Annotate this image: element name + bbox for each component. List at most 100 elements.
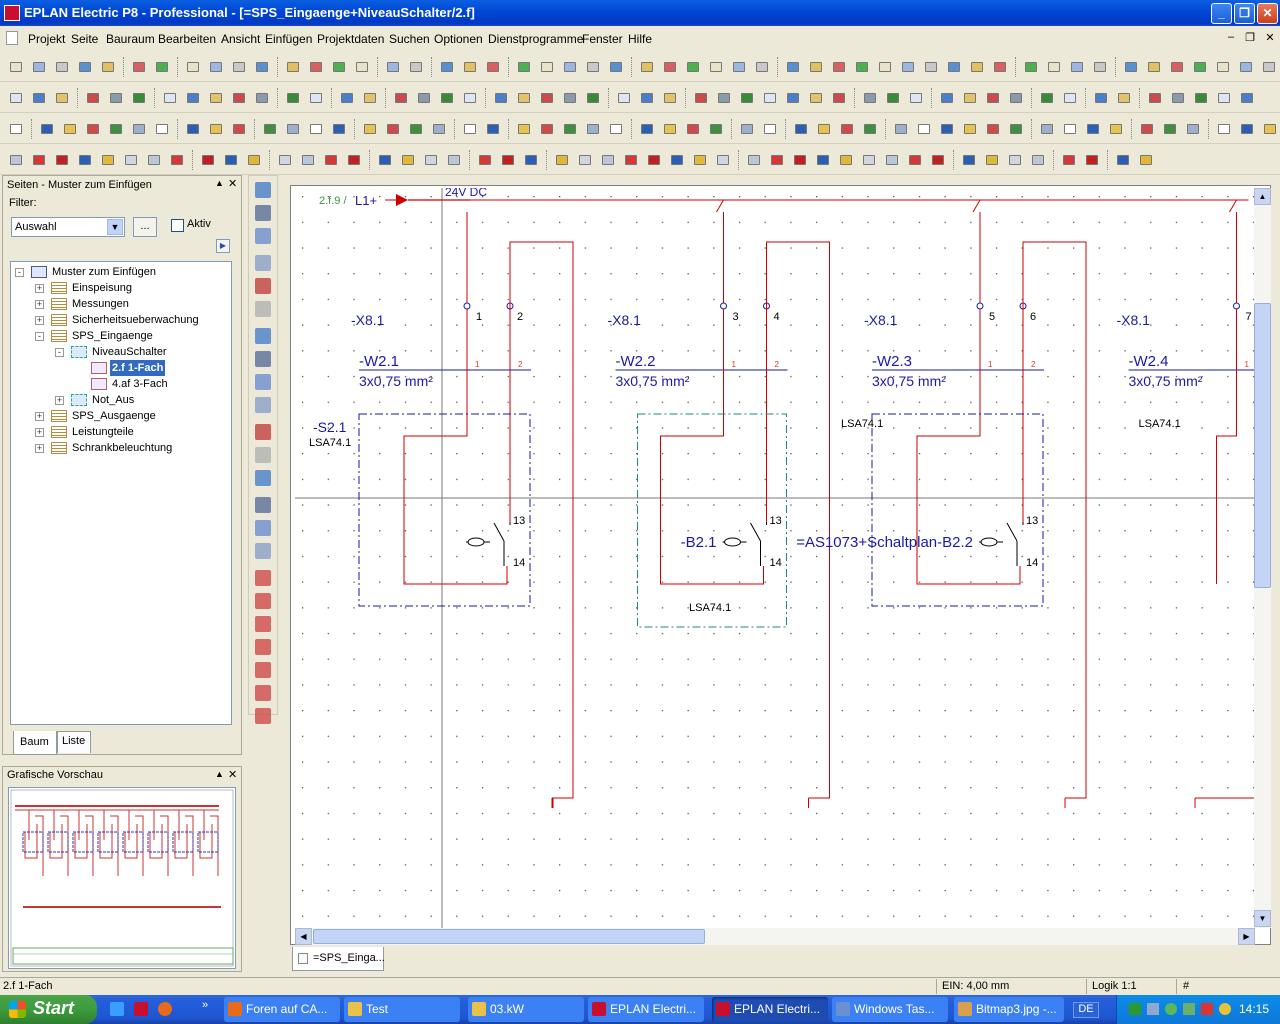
tray-icon-2[interactable]	[1147, 1003, 1159, 1015]
toolbar-tool-icon[interactable]	[283, 89, 301, 106]
toolbar-tool-icon[interactable]	[1028, 151, 1046, 168]
security-shield-icon[interactable]	[1219, 1003, 1231, 1015]
toolbar-tool-icon[interactable]	[298, 151, 316, 168]
toolbar-tool-icon[interactable]	[29, 58, 47, 75]
toolbar-tool-icon[interactable]	[637, 58, 655, 75]
tray-icon-5[interactable]	[1201, 1003, 1213, 1015]
toolbar-tool-icon[interactable]	[760, 89, 778, 106]
toolbar-tool-icon[interactable]	[537, 120, 555, 137]
insert-tool-icon[interactable]	[255, 662, 271, 678]
toolbar-tool-icon[interactable]	[836, 151, 854, 168]
toolbar-tool-icon[interactable]	[1237, 120, 1255, 137]
toolbar-tool-icon[interactable]	[337, 89, 355, 106]
toolbar-tool-icon[interactable]	[1136, 151, 1154, 168]
toolbar-tool-icon[interactable]	[814, 120, 832, 137]
horizontal-scrollbar[interactable]: ◀ ▶	[295, 928, 1255, 945]
tree-node[interactable]: + Schrankbeleuchtung	[11, 440, 231, 456]
toolbar-tool-icon[interactable]	[575, 151, 593, 168]
toolbar-tool-icon[interactable]	[921, 58, 939, 75]
toolbar-tool-icon[interactable]	[52, 58, 70, 75]
document-tab[interactable]: =SPS_Einga...	[292, 947, 385, 971]
aktiv-checkbox[interactable]	[171, 219, 184, 232]
insert-tool-icon[interactable]	[255, 397, 271, 413]
toolbar-tool-icon[interactable]	[660, 89, 678, 106]
minimize-button[interactable]: _	[1211, 3, 1232, 24]
insert-tool-icon[interactable]	[255, 570, 271, 586]
toolbar-tool-icon[interactable]	[398, 151, 416, 168]
toolbar-tool-icon[interactable]	[1121, 58, 1139, 75]
toolbar-tool-icon[interactable]	[829, 89, 847, 106]
toolbar-tool-icon[interactable]	[144, 151, 162, 168]
toolbar-tool-icon[interactable]	[1060, 120, 1078, 137]
tray-icon-4[interactable]	[1183, 1003, 1195, 1015]
toolbar-tool-icon[interactable]	[152, 58, 170, 75]
insert-tool-icon[interactable]	[255, 708, 271, 724]
toolbar-tool-icon[interactable]	[537, 89, 555, 106]
toolbar-tool-icon[interactable]	[937, 89, 955, 106]
chevron-down-icon[interactable]: ▼	[107, 219, 123, 235]
toolbar-tool-icon[interactable]	[129, 58, 147, 75]
insert-tool-icon[interactable]	[255, 685, 271, 701]
taskbar-button[interactable]: Windows Tas...	[832, 997, 948, 1022]
toolbar-tool-icon[interactable]	[406, 58, 424, 75]
toolbar-tool-icon[interactable]	[960, 120, 978, 137]
expand-icon[interactable]: +	[35, 444, 44, 453]
insert-tool-icon[interactable]	[255, 447, 271, 463]
tree-node[interactable]: + Einspeisung	[11, 280, 231, 296]
toolbar-tool-icon[interactable]	[106, 120, 124, 137]
toolbar-tool-icon[interactable]	[683, 120, 701, 137]
menu-bearbeiten[interactable]: Bearbeiten	[158, 32, 216, 46]
scroll-right-icon[interactable]: ▶	[1238, 928, 1255, 945]
toolbar-tool-icon[interactable]	[6, 120, 24, 137]
toolbar-tool-icon[interactable]	[729, 58, 747, 75]
insert-tool-icon[interactable]	[255, 328, 271, 344]
toolbar-tool-icon[interactable]	[806, 58, 824, 75]
filter-browse-button[interactable]: ...	[133, 217, 157, 237]
toolbar-tool-icon[interactable]	[583, 58, 601, 75]
firefox-quicklaunch-icon[interactable]	[158, 1002, 172, 1016]
toolbar-tool-icon[interactable]	[329, 120, 347, 137]
panel-menu-icon[interactable]: ▲	[215, 769, 224, 779]
menu-fenster[interactable]: Fenster	[582, 32, 623, 46]
toolbar-tool-icon[interactable]	[229, 58, 247, 75]
insert-tool-icon[interactable]	[255, 278, 271, 294]
toolbar-tool-icon[interactable]	[1021, 58, 1039, 75]
horizontal-scroll-thumb[interactable]	[313, 929, 705, 944]
toolbar-tool-icon[interactable]	[1060, 89, 1078, 106]
toolbar-tool-icon[interactable]	[1259, 58, 1277, 75]
toolbar-tool-icon[interactable]	[306, 120, 324, 137]
insert-tool-icon[interactable]	[255, 520, 271, 536]
expand-icon[interactable]: +	[35, 316, 44, 325]
scroll-left-icon[interactable]: ◀	[295, 928, 312, 945]
toolbar-tool-icon[interactable]	[75, 151, 93, 168]
toolbar-tool-icon[interactable]	[121, 151, 139, 168]
tree-node[interactable]: + Messungen	[11, 296, 231, 312]
toolbar-tool-icon[interactable]	[983, 120, 1001, 137]
toolbar-tool-icon[interactable]	[1144, 58, 1162, 75]
show-desktop-icon[interactable]	[110, 1002, 124, 1016]
toolbar-tool-icon[interactable]	[706, 58, 724, 75]
toolbar-tool-icon[interactable]	[1091, 89, 1109, 106]
collapse-icon[interactable]: -	[35, 332, 44, 341]
toolbar-tool-icon[interactable]	[521, 151, 539, 168]
toolbar-tool-icon[interactable]	[960, 89, 978, 106]
insert-tool-icon[interactable]	[255, 470, 271, 486]
vertical-scroll-thumb[interactable]	[1254, 303, 1271, 588]
toolbar-tool-icon[interactable]	[737, 120, 755, 137]
toolbar-tool-icon[interactable]	[959, 151, 977, 168]
toolbar-tool-icon[interactable]	[637, 89, 655, 106]
toolbar-tool-icon[interactable]	[352, 58, 370, 75]
toolbar-tool-icon[interactable]	[806, 89, 824, 106]
toolbar-tool-icon[interactable]	[252, 89, 270, 106]
start-button[interactable]: Start	[0, 995, 97, 1024]
toolbar-tool-icon[interactable]	[552, 151, 570, 168]
toolbar-tool-icon[interactable]	[152, 120, 170, 137]
toolbar-tool-icon[interactable]	[360, 120, 378, 137]
schematic-editor[interactable]: 2.f.9 / L1+ 24V DC 1 -X8.1 2 -W2.1 3x0,75 mm…	[290, 185, 1271, 945]
toolbar-tool-icon[interactable]	[460, 120, 478, 137]
toolbar-tool-icon[interactable]	[6, 58, 24, 75]
toolbar-tool-icon[interactable]	[860, 120, 878, 137]
toolbar-tool-icon[interactable]	[1190, 58, 1208, 75]
toolbar-tool-icon[interactable]	[690, 151, 708, 168]
document-menu-icon[interactable]	[6, 31, 18, 45]
